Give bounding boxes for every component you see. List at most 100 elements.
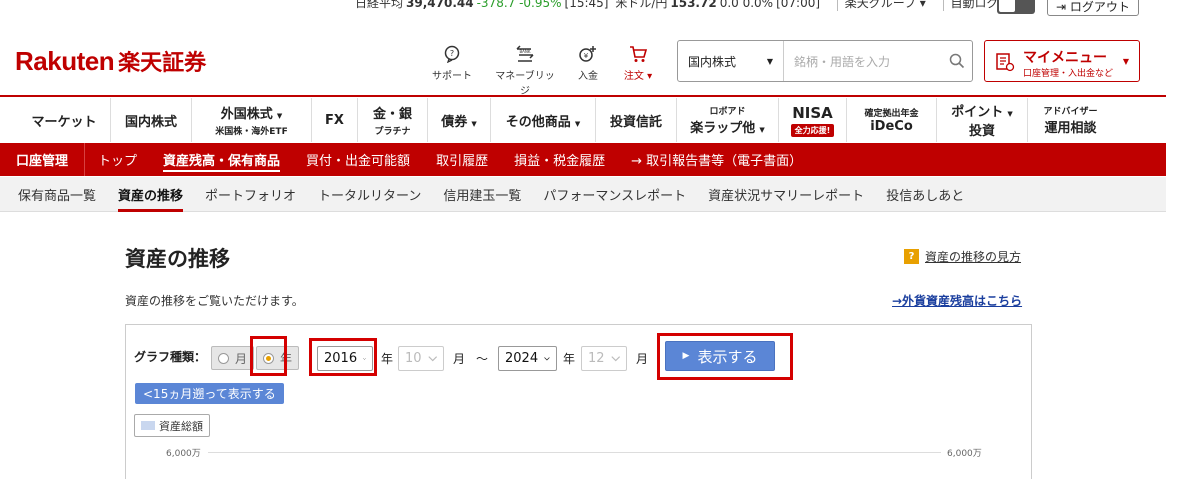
bank-icon: BANK <box>516 45 534 62</box>
range-tilde: ～ <box>476 352 489 366</box>
chevron-down-icon <box>610 355 620 361</box>
gnav-label: 国内株式 <box>124 114 177 130</box>
chevron-down-icon: ▼ <box>766 56 773 66</box>
deposit-label: 入金 <box>578 71 598 82</box>
highlight-box <box>657 333 793 380</box>
mymenu-icon <box>996 53 1015 72</box>
legend-swatch <box>141 421 155 430</box>
usdjpy-label: 米ドル/円 <box>615 0 668 10</box>
tab-margin-positions[interactable]: 信用建玉一覧 <box>432 177 532 212</box>
gnav-gold-silver[interactable]: 金・銀 プラチナ <box>357 98 427 142</box>
radio-month[interactable]: 月 <box>211 346 255 370</box>
subnav-trade-reports[interactable]: → 取引報告書等（電子書面） <box>618 143 815 176</box>
nisa-badge: 全力応援! <box>790 123 835 137</box>
tab-total-return[interactable]: トータルリターン <box>307 177 432 212</box>
gnav-bonds[interactable]: 債券 ▼ <box>427 98 490 142</box>
gnav-label: 外国株式 ▼ <box>220 107 283 122</box>
gnav-sublabel: 米国株・海外ETF <box>215 127 288 137</box>
gnav-fx[interactable]: FX <box>311 98 357 142</box>
order-menu[interactable]: 注文 ▾ <box>608 45 668 82</box>
page-title: 資産の推移 <box>125 247 230 271</box>
tab-portfolio[interactable]: ポートフォリオ <box>194 177 307 212</box>
back-15-months-button[interactable]: <15ヵ月遡って表示する <box>135 383 284 404</box>
search-box: 国内株式 ▼ 銘柄・用語を入力 <box>677 40 973 82</box>
moneybridge-link[interactable]: BANK マネーブリッジ <box>495 45 555 97</box>
gnav-label: アドバイザー <box>1043 107 1098 117</box>
from-month-select[interactable]: 10 <box>398 346 444 371</box>
logo-jp: 楽天証券 <box>118 51 207 76</box>
legend-label: 資産総額 <box>159 419 203 433</box>
gnav-sublabel: iDeCo <box>870 119 913 134</box>
ticker-items: 日経平均 39,470.44 -378.7 -0.95% [15:45] 米ドル/円 1… <box>355 0 1037 11</box>
subnav-top[interactable]: トップ <box>85 143 150 176</box>
y-axis-tick-left: 6,000万 <box>166 449 201 459</box>
gnav-market[interactable]: マーケット <box>18 98 110 142</box>
gnav-sublabel: 楽ラップ他 ▼ <box>690 121 765 136</box>
gnav-sublabel: 投資 <box>968 124 995 139</box>
support-label: サポート <box>432 71 472 82</box>
gnav-roboadvisor[interactable]: ロボアド 楽ラップ他 ▼ <box>676 98 778 142</box>
support-icon: ? <box>444 45 460 63</box>
to-month-value: 12 <box>588 351 605 366</box>
divider <box>836 0 838 11</box>
cart-icon <box>630 46 648 62</box>
tab-asset-transition[interactable]: 資産の推移 <box>107 177 194 212</box>
month-unit: 月 <box>636 352 649 366</box>
subnav-head[interactable]: 口座管理 <box>0 143 86 176</box>
gnav-label: ロボアド <box>709 107 746 117</box>
usdjpy-time: [07:00] <box>776 0 821 10</box>
intro-text: 資産の推移をご覧いただけます。 <box>125 294 304 308</box>
tab-summary-report[interactable]: 資産状況サマリーレポート <box>697 177 875 212</box>
gnav-points[interactable]: ポイント ▼ 投資 <box>936 98 1027 142</box>
chevron-down-icon <box>427 355 437 361</box>
subnav-buying-power[interactable]: 買付・出金可能額 <box>293 143 423 176</box>
y-axis-tick-right: 6,000万 <box>947 449 982 459</box>
subnav-pl-tax-history[interactable]: 損益・税金履歴 <box>501 143 618 176</box>
usdjpy-value: 153.72 <box>670 0 717 10</box>
subnav-assets-holdings[interactable]: 資産残高・保有商品 <box>150 143 293 176</box>
search-icon <box>949 53 965 69</box>
nikkei-label: 日経平均 <box>355 0 404 10</box>
rakuten-logo[interactable]: Rakuten 楽天証券 <box>15 46 207 77</box>
gnav-domestic-stock[interactable]: 国内株式 <box>110 98 191 142</box>
legend-total-assets[interactable]: 資産総額 <box>134 414 210 437</box>
logout-label: ログアウト <box>1069 0 1130 14</box>
question-icon: ? <box>904 249 919 264</box>
subnav-trade-history[interactable]: 取引履歴 <box>423 143 501 176</box>
howto-link[interactable]: ? 資産の推移の見方 <box>904 248 1021 265</box>
gnav-label: 投資信託 <box>609 114 662 130</box>
divider <box>942 0 944 11</box>
order-label: 注文 ▾ <box>623 71 653 82</box>
gnav-foreign-stock[interactable]: 外国株式 ▼ 米国株・海外ETF <box>191 98 311 142</box>
gnav-investment-trust[interactable]: 投資信託 <box>595 98 676 142</box>
gnav-label: ポイント ▼ <box>951 105 1013 120</box>
howto-label: 資産の推移の見方 <box>925 250 1022 264</box>
gnav-ideco[interactable]: 確定拠出年金 iDeCo <box>846 98 936 142</box>
support-link[interactable]: ? サポート <box>422 45 482 82</box>
deposit-icon: ¥ <box>579 46 596 62</box>
search-category-select[interactable]: 国内株式 ▼ <box>678 41 784 81</box>
gnav-nisa[interactable]: NISA 全力応援! <box>778 98 846 142</box>
autologout-toggle[interactable] <box>997 0 1035 14</box>
to-month-select[interactable]: 12 <box>581 346 627 371</box>
graph-type-label: グラフ種類： <box>134 350 207 364</box>
to-year-select[interactable]: 2024 <box>498 346 557 371</box>
gnav-advisor[interactable]: アドバイザー 運用相談 <box>1027 98 1113 142</box>
tab-holdings-list[interactable]: 保有商品一覧 <box>7 177 107 212</box>
gnav-other-products[interactable]: その他商品 ▼ <box>490 98 595 142</box>
global-nav: マーケット 国内株式 外国株式 ▼ 米国株・海外ETF FX 金・銀 プラチナ 債… <box>18 98 1166 142</box>
chevron-down-icon <box>544 356 550 361</box>
nikkei-change: -378.7 -0.95% <box>476 0 562 10</box>
fx-assets-link[interactable]: →外貨資産残高はこちら <box>892 292 1022 309</box>
search-button[interactable] <box>942 53 972 69</box>
group-menu[interactable]: 楽天グループ ▾ <box>845 0 926 10</box>
tab-performance-report[interactable]: パフォーマンスレポート <box>532 177 697 212</box>
year-unit: 年 <box>563 352 576 366</box>
gnav-sublabel: 運用相談 <box>1044 121 1097 136</box>
logout-button[interactable]: ⇥ ログアウト <box>1047 0 1139 16</box>
svg-text:¥: ¥ <box>584 52 589 60</box>
tab-fund-footprint[interactable]: 投信あしあと <box>875 177 975 212</box>
year-unit: 年 <box>381 352 394 366</box>
mymenu-button[interactable]: マイメニュー 口座管理・入出金など ▼ <box>984 40 1140 82</box>
search-input[interactable]: 銘柄・用語を入力 <box>784 41 942 81</box>
